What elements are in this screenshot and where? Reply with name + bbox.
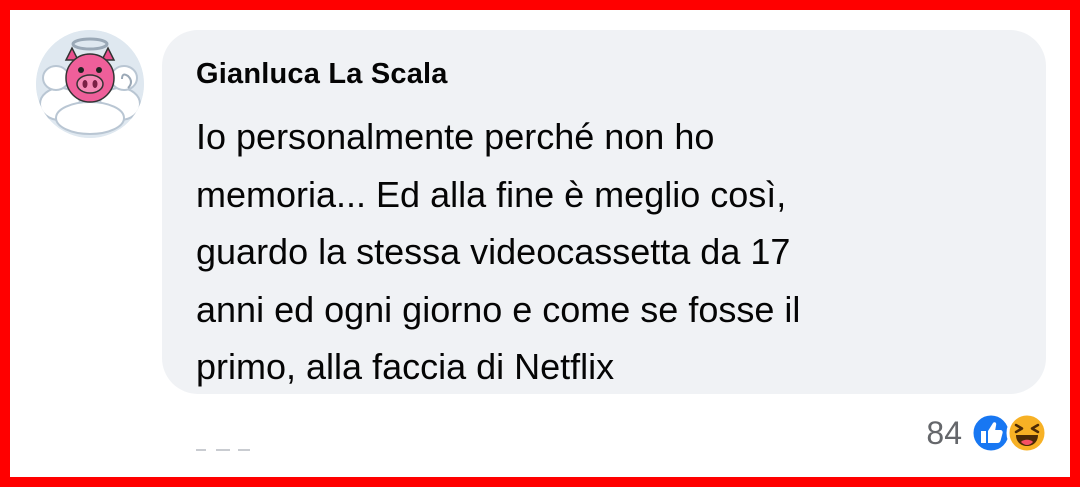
haha-icon xyxy=(1006,412,1048,454)
comment-text-line: guardo la stessa videocassetta da 17 xyxy=(196,231,791,272)
screenshot-frame: Gianluca La Scala Io personalmente perch… xyxy=(10,10,1070,477)
pig-angel-avatar-icon xyxy=(36,30,144,138)
comment-author[interactable]: Gianluca La Scala xyxy=(196,58,448,91)
avatar[interactable] xyxy=(36,30,144,138)
comment-text-line: memoria... Ed alla fine è meglio così, xyxy=(196,173,787,215)
comment-text-line: primo, alla faccia di Netflix xyxy=(196,346,615,387)
comment-bubble: Gianluca La Scala Io personalmente perch… xyxy=(162,30,1046,394)
reactions-summary[interactable]: 84 xyxy=(926,408,1048,458)
comment-text: Io personalmente perché non ho memoria..… xyxy=(196,108,1026,396)
reaction-count: 84 xyxy=(926,414,962,451)
comment-text-line: anni ed ogni giorno e come se fosse il xyxy=(196,288,801,330)
comment-text-line: Io personalmente perché non ho xyxy=(196,116,715,157)
truncated-actions-fragment xyxy=(196,449,250,451)
